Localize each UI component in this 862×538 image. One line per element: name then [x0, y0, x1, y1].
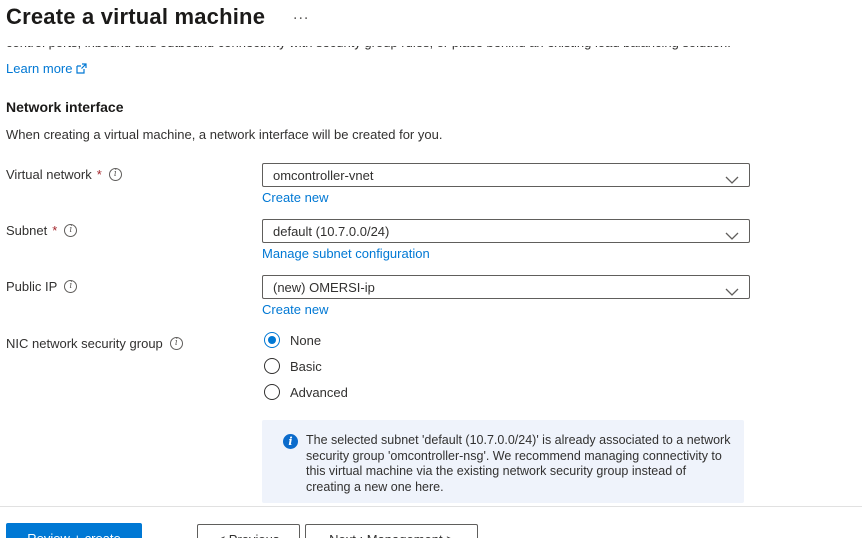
subnet-nsg-info-box: i The selected subnet 'default (10.7.0.0… — [262, 420, 744, 503]
radio-label: Advanced — [290, 385, 348, 400]
external-link-icon — [76, 63, 87, 74]
radio-unselected-icon — [264, 358, 280, 374]
chevron-down-icon — [725, 284, 739, 299]
virtual-network-dropdown[interactable]: omcontroller-vnet — [262, 163, 750, 187]
radio-selected-icon — [264, 332, 280, 348]
subnet-dropdown[interactable]: default (10.7.0.0/24) — [262, 219, 750, 243]
info-filled-icon: i — [283, 434, 298, 449]
virtual-network-label: Virtual network* i — [6, 167, 122, 182]
chevron-down-icon — [725, 228, 739, 243]
create-vm-page: Create a virtual machine ... control por… — [0, 0, 862, 538]
info-icon[interactable]: i — [170, 337, 183, 350]
more-options-icon[interactable]: ... — [293, 6, 309, 24]
nic-nsg-option-none[interactable]: None — [264, 332, 321, 348]
manage-subnet-configuration-link[interactable]: Manage subnet configuration — [262, 246, 430, 261]
section-description: When creating a virtual machine, a netwo… — [6, 127, 442, 142]
subnet-value: default (10.7.0.0/24) — [273, 224, 389, 239]
info-icon[interactable]: i — [64, 224, 77, 237]
public-ip-label: Public IP i — [6, 279, 77, 294]
info-icon[interactable]: i — [109, 168, 122, 181]
nic-nsg-label: NIC network security group i — [6, 336, 183, 351]
previous-button[interactable]: < Previous — [197, 524, 300, 538]
info-icon[interactable]: i — [64, 280, 77, 293]
public-ip-dropdown[interactable]: (new) OMERSI-ip — [262, 275, 750, 299]
learn-more-link[interactable]: Learn more — [6, 61, 87, 76]
nic-nsg-option-advanced[interactable]: Advanced — [264, 384, 348, 400]
chevron-down-icon — [725, 172, 739, 187]
nic-nsg-option-basic[interactable]: Basic — [264, 358, 322, 374]
subnet-label: Subnet* i — [6, 223, 77, 238]
footer-divider — [0, 506, 862, 507]
radio-label: None — [290, 333, 321, 348]
required-marker: * — [97, 167, 102, 182]
next-management-button[interactable]: Next : Management > — [305, 524, 478, 538]
learn-more-label: Learn more — [6, 61, 72, 76]
review-create-button[interactable]: Review + create — [6, 523, 142, 538]
public-ip-create-new-link[interactable]: Create new — [262, 302, 328, 317]
required-marker: * — [52, 223, 57, 238]
section-heading-network-interface: Network interface — [6, 99, 123, 115]
page-title: Create a virtual machine — [6, 4, 265, 30]
virtual-network-value: omcontroller-vnet — [273, 168, 373, 183]
virtual-network-create-new-link[interactable]: Create new — [262, 190, 328, 205]
radio-unselected-icon — [264, 384, 280, 400]
clipped-paragraph: control ports, inbound and outbound conn… — [6, 46, 786, 52]
info-box-text: The selected subnet 'default (10.7.0.0/2… — [306, 433, 732, 493]
radio-label: Basic — [290, 359, 322, 374]
public-ip-value: (new) OMERSI-ip — [273, 280, 375, 295]
